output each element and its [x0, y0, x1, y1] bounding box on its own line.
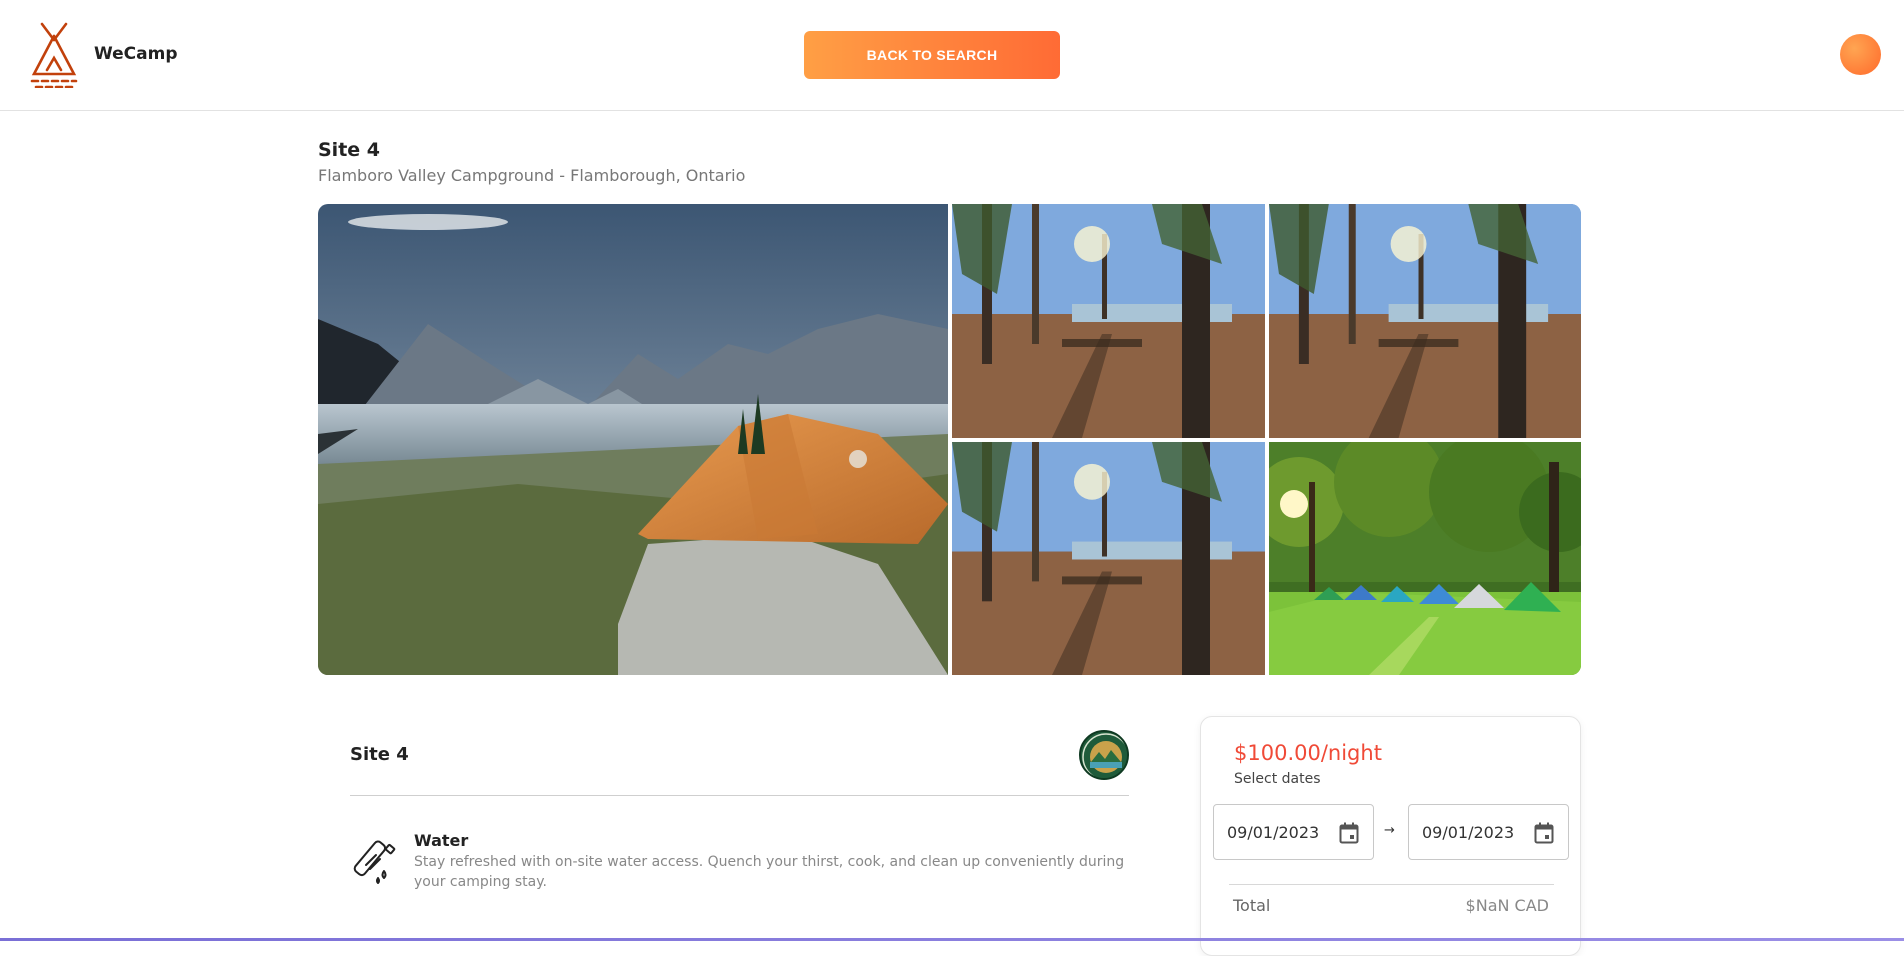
calendar-icon[interactable] — [1339, 822, 1359, 844]
page-title: Site 4 — [318, 139, 381, 161]
details-divider — [350, 795, 1129, 796]
date-range-arrow: → — [1384, 823, 1395, 838]
end-date-value: 09/01/2023 — [1422, 822, 1515, 842]
amenity-water-title: Water — [414, 831, 469, 850]
wecamp-logo-icon[interactable] — [28, 22, 80, 89]
photo-gallery — [318, 204, 1581, 675]
amenity-water-description: Stay refreshed with on-site water access… — [414, 854, 1125, 890]
calendar-icon[interactable] — [1534, 822, 1554, 844]
start-date-value: 09/01/2023 — [1227, 822, 1320, 842]
site-location: Flamboro Valley Campground - Flamborough… — [318, 166, 746, 185]
gallery-photo-3[interactable] — [1269, 204, 1581, 438]
user-avatar[interactable] — [1840, 34, 1881, 75]
top-header: WeCamp BACK TO SEARCH — [0, 0, 1904, 111]
price-per-night: $100.00/night — [1234, 741, 1382, 765]
gallery-photo-5[interactable] — [1269, 442, 1581, 675]
gallery-photo-2[interactable] — [952, 204, 1265, 438]
start-date-input[interactable]: 09/01/2023 — [1213, 804, 1374, 860]
campground-badge-logo — [1079, 730, 1129, 780]
water-bottle-icon — [350, 835, 400, 885]
booking-divider — [1229, 884, 1554, 885]
booking-card: $100.00/night Select dates 09/01/2023 → … — [1200, 716, 1581, 956]
back-to-search-button[interactable]: BACK TO SEARCH — [804, 31, 1060, 79]
gallery-photo-4[interactable] — [952, 442, 1265, 675]
end-date-input[interactable]: 09/01/2023 — [1408, 804, 1569, 860]
select-dates-label: Select dates — [1234, 771, 1321, 787]
total-label: Total — [1233, 896, 1271, 915]
total-value: $NaN CAD — [1465, 896, 1549, 915]
gallery-photo-main[interactable] — [318, 204, 948, 675]
brand-name[interactable]: WeCamp — [94, 44, 178, 64]
details-title: Site 4 — [350, 744, 409, 765]
